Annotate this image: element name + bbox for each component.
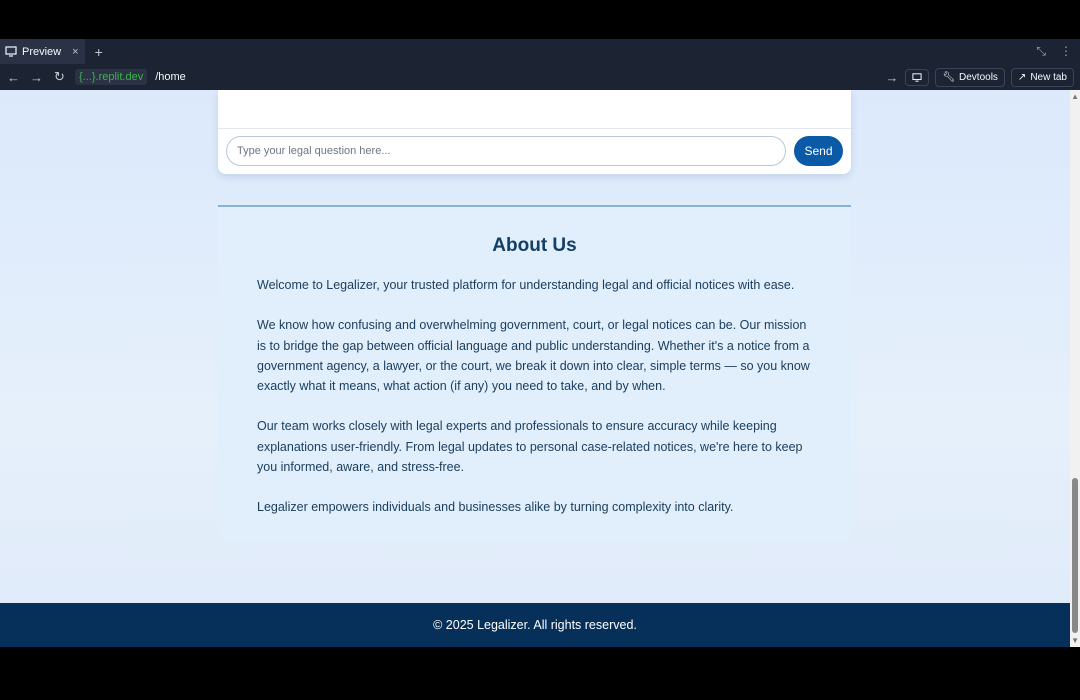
footer-copyright: © 2025 Legalizer. All rights reserved. bbox=[433, 618, 637, 632]
open-new-tab-button[interactable]: ↗ New tab bbox=[1010, 67, 1074, 87]
wrench-icon: 🔧︎ bbox=[942, 71, 956, 83]
devtools-label: Devtools bbox=[959, 71, 998, 83]
browser-tab-bar: Preview × + ⤡ ⋮ bbox=[0, 39, 1080, 64]
about-paragraph-3: Our team works closely with legal expert… bbox=[257, 419, 803, 475]
monitor-icon bbox=[912, 72, 922, 82]
new-tab-button[interactable]: + bbox=[95, 44, 103, 60]
vertical-scrollbar[interactable]: ▲ ▼ bbox=[1070, 90, 1080, 647]
newtab-label: New tab bbox=[1030, 71, 1067, 83]
device-preview-button[interactable] bbox=[905, 68, 930, 86]
monitor-icon bbox=[5, 46, 17, 57]
tab-preview[interactable]: Preview × bbox=[0, 39, 85, 64]
footer: © 2025 Legalizer. All rights reserved. bbox=[0, 603, 1070, 647]
scroll-down-icon[interactable]: ▼ bbox=[1071, 636, 1079, 645]
reload-icon[interactable]: ↻ bbox=[52, 69, 67, 85]
url-path[interactable]: /home bbox=[155, 71, 877, 83]
about-paragraph-2: We know how confusing and overwhelming g… bbox=[257, 318, 810, 394]
go-arrow-icon[interactable]: → bbox=[884, 70, 899, 85]
close-tab-icon[interactable]: × bbox=[72, 46, 78, 58]
about-paragraph-4: Legalizer empowers individuals and busin… bbox=[257, 500, 734, 515]
collapse-icon[interactable]: ⤡ bbox=[1036, 44, 1046, 59]
address-bar: ← → ↻ {...}.replit.dev /home → 🔧︎ Devtoo… bbox=[0, 64, 1080, 90]
external-link-icon: ↗ bbox=[1017, 71, 1027, 83]
screen: Preview × + ⤡ ⋮ ← → ↻ {...}.replit.dev /… bbox=[0, 0, 1080, 700]
scroll-up-icon[interactable]: ▲ bbox=[1071, 92, 1079, 101]
page-viewport: Send About Us Welcome to Legalizer, your… bbox=[0, 90, 1080, 647]
devtools-button[interactable]: 🔧︎ Devtools bbox=[935, 67, 1005, 87]
legal-question-input[interactable] bbox=[226, 136, 786, 166]
about-section: About Us Welcome to Legalizer, your trus… bbox=[218, 205, 851, 540]
chat-box: Send bbox=[218, 90, 851, 174]
chat-divider bbox=[218, 128, 851, 129]
about-title: About Us bbox=[492, 235, 577, 256]
about-paragraph-1: Welcome to Legalizer, your trusted platf… bbox=[257, 278, 795, 292]
forward-arrow-icon[interactable]: → bbox=[29, 70, 44, 85]
send-button[interactable]: Send bbox=[794, 136, 843, 166]
back-arrow-icon[interactable]: ← bbox=[6, 70, 21, 85]
more-options-icon[interactable]: ⋮ bbox=[1060, 44, 1072, 59]
scrollbar-thumb[interactable] bbox=[1072, 478, 1078, 633]
url-domain[interactable]: {...}.replit.dev bbox=[75, 69, 148, 85]
tab-label: Preview bbox=[22, 45, 62, 58]
